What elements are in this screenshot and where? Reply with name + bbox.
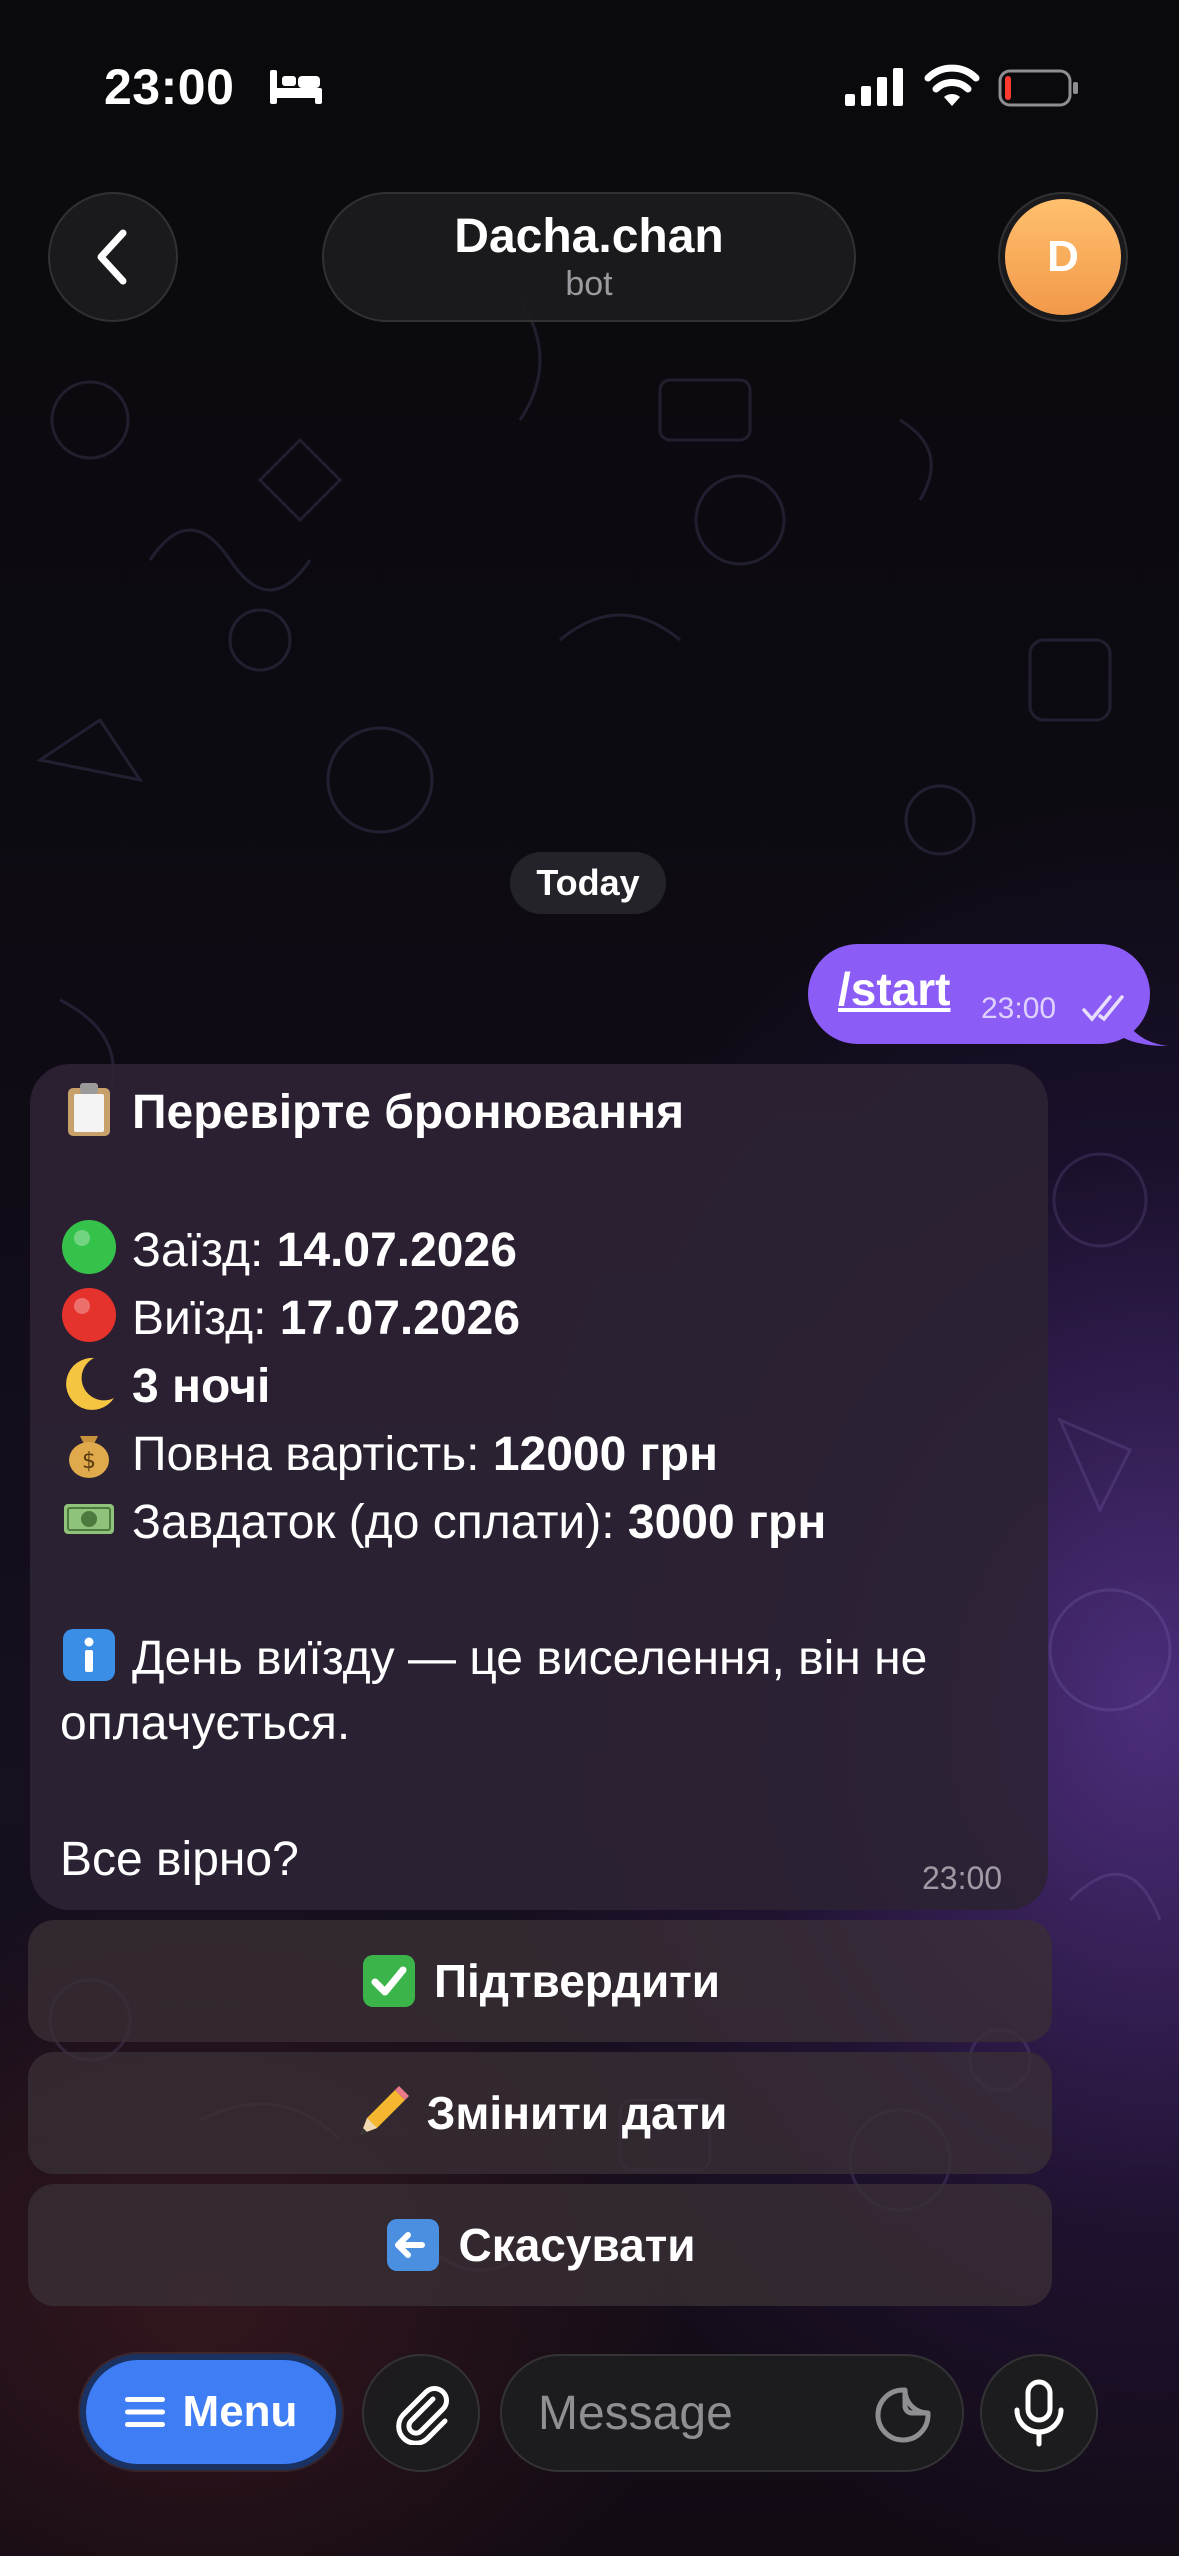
- money-bag-icon: $: [60, 1422, 118, 1480]
- message-input[interactable]: [538, 2385, 838, 2441]
- banknote-icon: [60, 1490, 118, 1548]
- chevron-left-icon: [97, 229, 127, 285]
- sleep-focus-icon: [270, 70, 322, 104]
- paperclip-icon: [396, 2386, 449, 2445]
- green-circle-icon: [60, 1218, 118, 1276]
- confirmation-question: Все вірно?: [60, 1833, 299, 1886]
- message-title-line: Перевірте бронювання: [60, 1080, 684, 1143]
- red-circle-icon: [60, 1286, 118, 1344]
- nights-line: 3 ночі: [60, 1354, 270, 1417]
- left-arrow-icon: [384, 2216, 442, 2274]
- wifi-icon: [924, 64, 980, 106]
- message-input-field[interactable]: [500, 2354, 964, 2472]
- checkout-label: Виїзд:: [132, 1292, 280, 1345]
- cellular-signal-icon: [845, 68, 903, 106]
- chat-subtitle: bot: [565, 265, 613, 303]
- deposit-label: Завдаток (до сплати):: [132, 1496, 628, 1549]
- incoming-time: 23:00: [922, 1860, 1003, 1896]
- bot-avatar[interactable]: D: [998, 192, 1128, 322]
- confirm-button[interactable]: Підтвердити: [28, 1920, 1052, 2042]
- checkin-label: Заїзд:: [132, 1224, 277, 1277]
- info-text-line1: День виїзду — це виселення, він не: [132, 1632, 928, 1685]
- checkin-value: 14.07.2026: [276, 1224, 517, 1277]
- back-button[interactable]: [48, 192, 178, 322]
- check-mark-icon: [360, 1952, 418, 2010]
- info-line: День виїзду — це виселення, він не: [60, 1626, 927, 1689]
- deposit-value: 3000 грн: [627, 1496, 827, 1549]
- info-icon: [60, 1626, 118, 1684]
- svg-text:$: $: [82, 1449, 96, 1474]
- read-checkmarks-icon: [1082, 995, 1124, 1022]
- nights-value: 3 ночі: [132, 1360, 271, 1413]
- voice-message-button[interactable]: [980, 2354, 1098, 2472]
- menu-label: Menu: [182, 2387, 298, 2436]
- status-time: 23:00: [104, 59, 235, 115]
- chat-title-pill[interactable]: Dacha.chan bot: [322, 192, 856, 322]
- deposit-line: Завдаток (до сплати): 3000 грн: [60, 1490, 826, 1553]
- pencil-icon: [353, 2084, 411, 2142]
- checkout-value: 17.07.2026: [279, 1292, 521, 1345]
- crescent-moon-icon: [60, 1354, 118, 1412]
- date-separator: Today: [510, 852, 666, 914]
- menu-lines-icon: [124, 2397, 165, 2427]
- cancel-button[interactable]: Скасувати: [28, 2184, 1052, 2306]
- total-line: $ Повна вартість: 12000 грн: [60, 1422, 718, 1485]
- total-label: Повна вартість:: [132, 1428, 493, 1481]
- info-text-line2: оплачується.: [60, 1697, 351, 1750]
- checkin-line: Заїзд: 14.07.2026: [60, 1218, 517, 1281]
- avatar-letter: D: [1005, 199, 1121, 315]
- cancel-label: Скасувати: [458, 2219, 696, 2271]
- message-title: Перевірте бронювання: [132, 1086, 685, 1139]
- bot-menu-button[interactable]: Menu: [80, 2354, 342, 2470]
- chat-title: Dacha.chan: [454, 210, 724, 263]
- sticker-icon[interactable]: [874, 2386, 932, 2444]
- checkout-line: Виїзд: 17.07.2026: [60, 1286, 520, 1349]
- incoming-message-bubble[interactable]: [30, 1064, 1048, 1910]
- outgoing-time: 23:00: [981, 992, 1057, 1025]
- total-value: 12000 грн: [492, 1428, 718, 1481]
- outgoing-command-link[interactable]: /start: [838, 962, 950, 1016]
- clipboard-icon: [60, 1080, 118, 1138]
- change-dates-label: Змінити дати: [426, 2087, 728, 2139]
- change-dates-button[interactable]: Змінити дати: [28, 2052, 1052, 2174]
- microphone-icon: [1014, 2379, 1064, 2447]
- confirm-label: Підтвердити: [433, 1955, 721, 2007]
- attach-button[interactable]: [362, 2354, 480, 2472]
- battery-icon: [998, 69, 1078, 107]
